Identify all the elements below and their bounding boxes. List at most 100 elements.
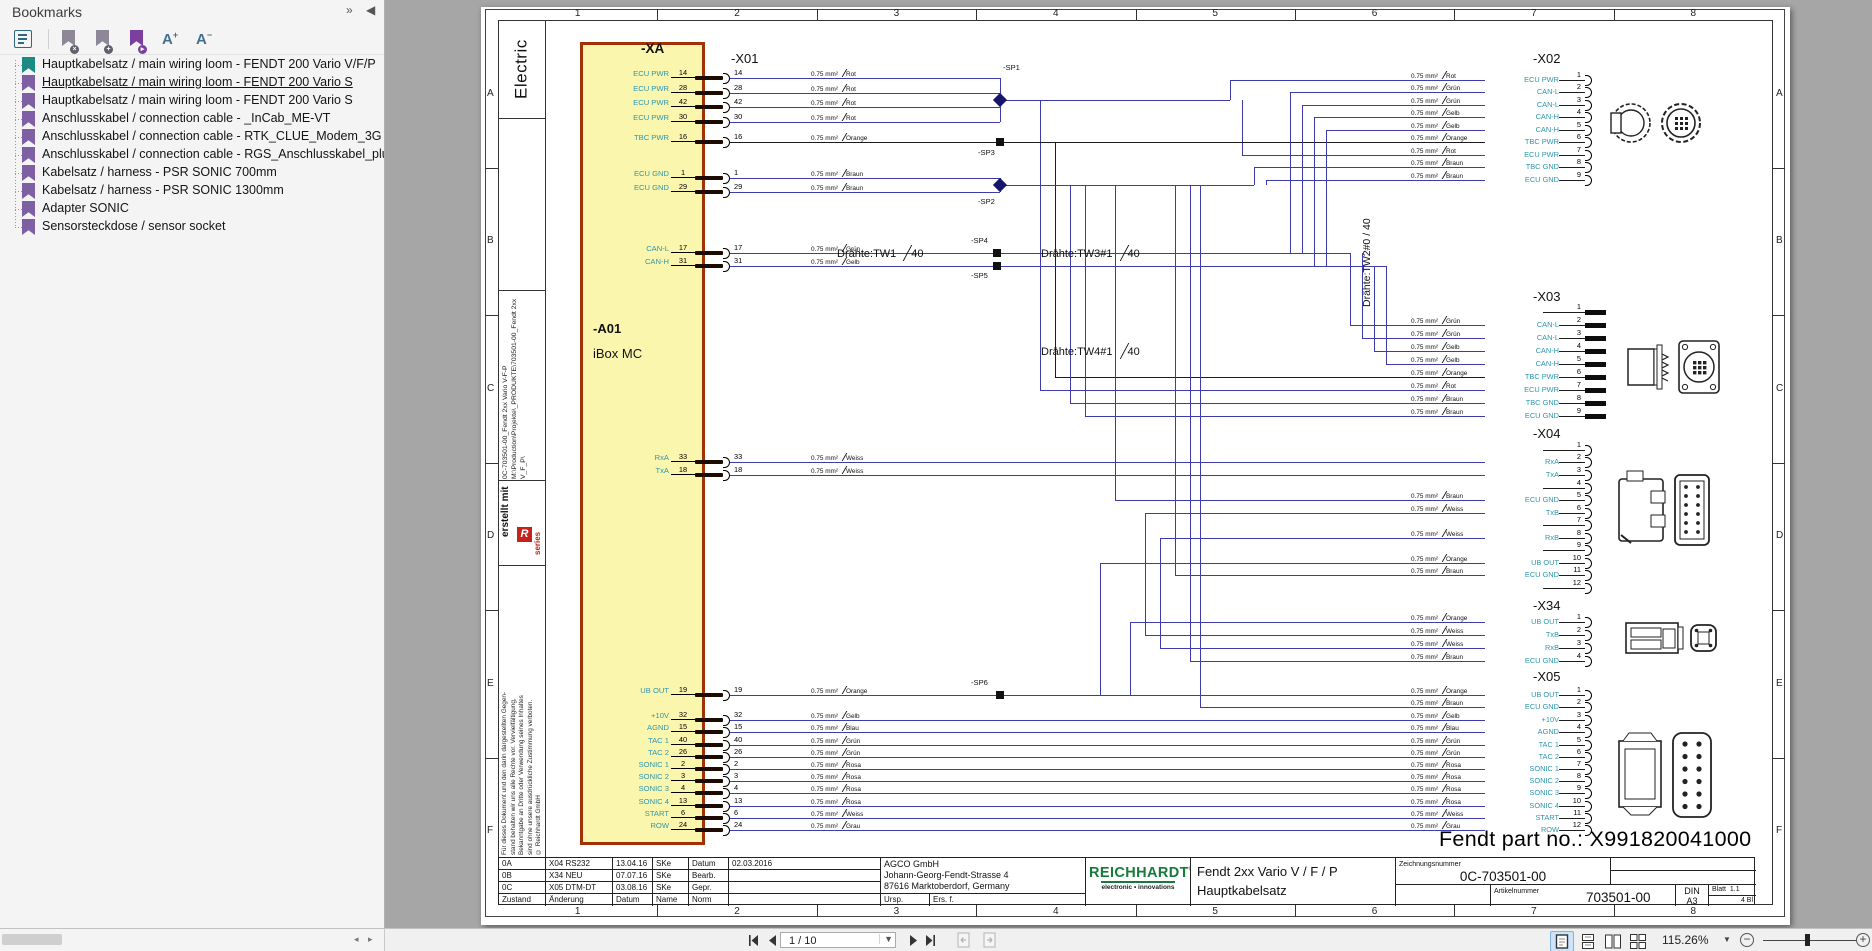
pin-contact-bar	[695, 816, 723, 821]
next-page-button[interactable]	[905, 933, 921, 948]
connector-pin-number: 7	[1563, 515, 1581, 524]
bookmark-item[interactable]: Anschlusskabel / connection cable - RTK_…	[0, 128, 385, 146]
first-page-button[interactable]	[745, 933, 761, 948]
wire-segment	[1000, 185, 1254, 186]
wire-gauge-label: 0.75 mm²Rosa	[811, 784, 861, 793]
single-page-layout-button[interactable]	[1550, 931, 1574, 951]
wire-gauge-label: 0.75 mm²Weiss	[1411, 529, 1463, 538]
doc-date: 02.03.2016	[729, 858, 881, 870]
zoom-dropdown-caret[interactable]: ▼	[1723, 935, 1731, 944]
increase-text-size-icon[interactable]: A+	[162, 30, 178, 48]
zoom-out-button[interactable]: −	[1740, 933, 1754, 947]
new-bookmark-icon[interactable]: +	[96, 30, 109, 51]
connector-pin-function-label: ECU GND	[1485, 411, 1559, 420]
grid-column-label: 8	[1678, 906, 1708, 917]
zoom-slider-track[interactable]	[1763, 940, 1857, 942]
rev-datum: 13.04.16	[613, 858, 653, 870]
connector-pin-function-label: UB OUT	[1485, 558, 1559, 567]
pin-stub	[1543, 550, 1585, 551]
wire-gauge-label: 0.75 mm²Gelb	[811, 711, 860, 720]
connector-pin-number: 7	[1563, 759, 1581, 768]
hscroll-thumb[interactable]	[2, 934, 62, 945]
connector-pin-number: 4	[1563, 651, 1581, 660]
grid-column-label: 2	[722, 8, 752, 19]
xa-pin-label: ECU GND	[577, 183, 669, 192]
connector-pin-number: 10	[1563, 796, 1581, 805]
wire-segment	[1314, 117, 1315, 266]
pin-stub	[1543, 450, 1585, 451]
connector-pin-number: 9	[1563, 540, 1581, 549]
pin-contact-bar	[695, 828, 723, 833]
connector-pin-number: 8	[1563, 157, 1581, 166]
connector-pin-number: 3	[1563, 328, 1581, 337]
connector-pin-function-label: ECU PWR	[1485, 385, 1559, 394]
two-page-continuous-layout-button[interactable]	[1626, 931, 1650, 951]
grid-column-label: 2	[722, 906, 752, 917]
zoom-level-text[interactable]: 115.26%	[1662, 933, 1708, 947]
hscroll-right-arrow[interactable]: ▸	[368, 934, 373, 945]
connector-pin-function-label: UB OUT	[1485, 690, 1559, 699]
decrease-text-size-icon[interactable]: A−	[196, 30, 212, 48]
next-view-button[interactable]	[982, 932, 1000, 949]
company-address: AGCO GmbH Johann-Georg-Fendt-Strasse 4 8…	[881, 858, 1086, 894]
zoom-in-button[interactable]: +	[1856, 933, 1870, 947]
xa-pin-number: 42	[671, 97, 695, 107]
connector-pin-number: 6	[1563, 367, 1581, 376]
bookmark-item[interactable]: Hauptkabelsatz / main wiring loom - FEND…	[0, 74, 385, 92]
toolbar-separator	[48, 29, 49, 49]
wire-gauge-label: 0.75 mm²Rot	[811, 98, 856, 107]
bookmark-item[interactable]: Sensorsteckdose / sensor socket	[0, 218, 385, 236]
xa-pin-number: 3	[671, 771, 695, 781]
bookmark-item[interactable]: Hauptkabelsatz / main wiring loom - FEND…	[0, 92, 385, 110]
wire-segment	[1085, 185, 1086, 416]
bookmark-item[interactable]: Kabelsatz / harness - PSR SONIC 1300mm	[0, 182, 385, 200]
grid-row-label: B	[487, 235, 494, 247]
page-number-box[interactable]: 1 / 10 ▼	[780, 932, 896, 948]
bookmark-options-icon[interactable]	[14, 30, 32, 48]
wire-gauge-label: 0.75 mm²Rot	[811, 113, 856, 122]
wire-segment	[1200, 185, 1201, 707]
xa-pin-number: 40	[671, 735, 695, 745]
wire-segment	[730, 732, 1585, 733]
connector-pin-number: 6	[1563, 747, 1581, 756]
xa-pin-number: 17	[671, 243, 695, 253]
zoom-slider-handle[interactable]	[1805, 934, 1810, 946]
xa-pin-label: SONIC 2	[577, 772, 669, 781]
panel-expand-icon[interactable]: »	[346, 3, 353, 17]
connector-pin-function-label: CAN-L	[1485, 320, 1559, 329]
continuous-layout-button[interactable]	[1576, 931, 1600, 951]
hscroll-left-arrow[interactable]: ◂	[354, 934, 359, 945]
wire-segment	[730, 253, 1350, 254]
previous-view-button[interactable]	[956, 932, 974, 949]
connector-pin-number: 2	[1563, 625, 1581, 634]
two-page-layout-button[interactable]	[1601, 931, 1625, 951]
goto-bookmark-icon[interactable]: ▸	[130, 30, 143, 51]
pin-stub	[1543, 525, 1585, 526]
wire-gauge-label: 0.75 mm²Orange	[811, 133, 867, 142]
wire-gauge-label: 0.75 mm²Orange	[811, 686, 867, 695]
blatt-cell: Blatt 1.1	[1709, 885, 1756, 895]
connector-pin-number: 8	[1563, 771, 1581, 780]
pin-contact-bar	[695, 791, 723, 796]
wire-segment	[1190, 185, 1191, 661]
bookmark-item[interactable]: Hauptkabelsatz / main wiring loom - FEND…	[0, 56, 385, 74]
page-dropdown-caret[interactable]: ▼	[879, 934, 893, 944]
last-page-button[interactable]	[923, 933, 939, 948]
x01-pin-number: 24	[734, 820, 756, 829]
bookmark-item[interactable]: Anschlusskabel / connection cable - _InC…	[0, 110, 385, 128]
document-viewer[interactable]: 1122334455667788AABBCCDDEEFF Electric 0C…	[386, 0, 1872, 928]
panel-collapse-icon[interactable]: ◀	[366, 3, 375, 17]
connector-pin-function-label: TxB	[1485, 508, 1559, 517]
xa-pin-label: TAC 2	[577, 748, 669, 757]
wire-segment	[730, 78, 1000, 79]
bookmark-item[interactable]: Anschlusskabel / connection cable - RGS_…	[0, 146, 385, 164]
delete-bookmark-icon[interactable]: ×	[62, 30, 75, 51]
wire-gauge-label: 0.75 mm²Grün	[1411, 83, 1460, 92]
bookmark-item-label: Hauptkabelsatz / main wiring loom - FEND…	[42, 93, 353, 107]
bookmark-item[interactable]: Kabelsatz / harness - PSR SONIC 700mm	[0, 164, 385, 182]
previous-page-button[interactable]	[764, 933, 780, 948]
pin-contact-bar	[695, 76, 723, 81]
wire-gauge-label: 0.75 mm²Grün	[1411, 96, 1460, 105]
connector-pin-function-label: SONIC 4	[1485, 801, 1559, 810]
bookmark-item[interactable]: Adapter SONIC	[0, 200, 385, 218]
